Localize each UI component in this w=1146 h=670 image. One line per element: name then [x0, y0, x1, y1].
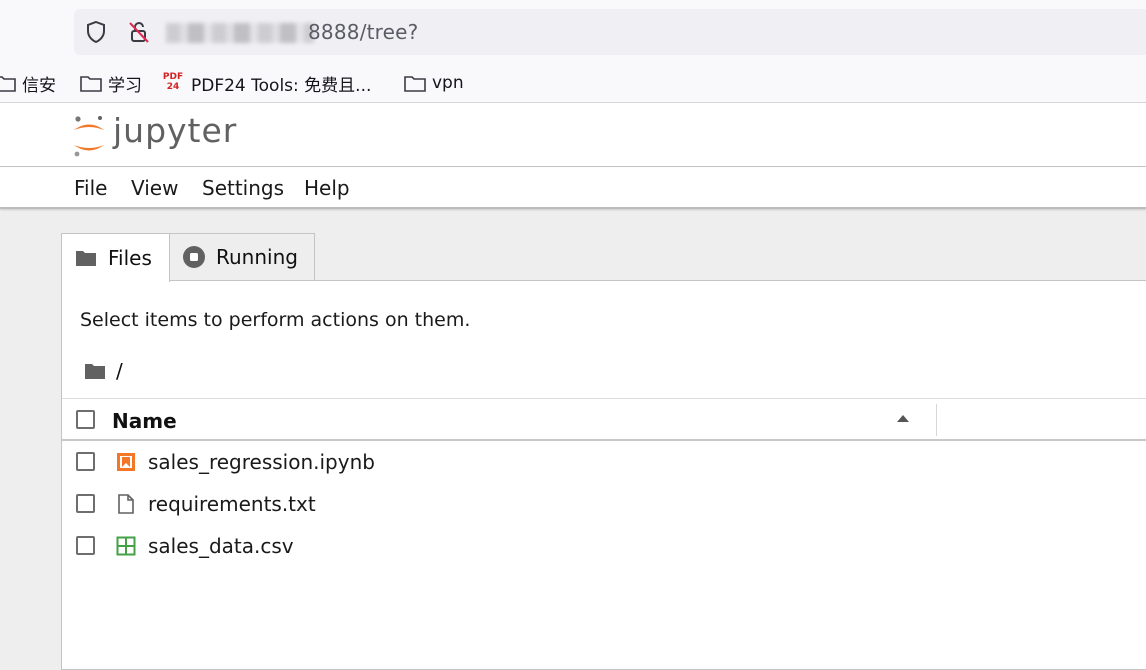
- bookmark-vpn[interactable]: vpn: [404, 71, 464, 95]
- breadcrumb-root[interactable]: /: [116, 359, 123, 383]
- file-browser-panel: Select items to perform actions on them.…: [61, 280, 1146, 670]
- file-row[interactable]: requirements.txt: [62, 483, 1146, 525]
- select-all-checkbox[interactable]: [76, 410, 95, 429]
- menu-file[interactable]: File: [74, 176, 107, 200]
- folder-icon: [404, 76, 426, 92]
- row-checkbox[interactable]: [76, 452, 95, 471]
- url-text[interactable]: 8888/tree?: [308, 20, 419, 44]
- file-list-header: Name: [62, 398, 1146, 441]
- url-host-redacted: [166, 23, 314, 43]
- bookmark-label: PDF24 Tools: 免费且...: [191, 75, 372, 96]
- bookmark-pdf24[interactable]: PDF 24 PDF24 Tools: 免费且...: [162, 71, 372, 96]
- bookmark-label: vpn: [432, 73, 464, 93]
- shield-icon[interactable]: [84, 20, 108, 44]
- pdf24-icon: PDF 24: [162, 72, 184, 92]
- menu-help[interactable]: Help: [304, 176, 350, 200]
- column-resize-handle[interactable]: [936, 404, 937, 436]
- bookmark-label: 信安: [22, 75, 56, 96]
- sort-ascending-icon[interactable]: [897, 415, 909, 422]
- folder-icon: [0, 76, 16, 92]
- folder-icon: [76, 251, 96, 266]
- folder-icon: [80, 76, 102, 92]
- notebook-icon: [117, 453, 135, 471]
- tab-label: Files: [108, 246, 152, 270]
- jupyter-logo-icon[interactable]: [70, 113, 110, 159]
- tab-files[interactable]: Files: [61, 233, 170, 282]
- bookmark-xinan[interactable]: 信安: [0, 71, 56, 96]
- insecure-lock-icon[interactable]: [127, 20, 151, 44]
- file-name[interactable]: sales_data.csv: [148, 534, 294, 558]
- breadcrumb[interactable]: /: [84, 359, 123, 383]
- selection-hint: Select items to perform actions on them.: [80, 309, 471, 331]
- folder-icon: [85, 364, 105, 379]
- bookmarks-bar: 信安 学习 PDF 24 PDF24 Tools: 免费且... vpn: [0, 62, 1146, 103]
- stop-circle-icon: [183, 246, 205, 268]
- tab-running[interactable]: Running: [169, 233, 315, 281]
- browser-toolbar: 8888/tree?: [0, 0, 1146, 62]
- spreadsheet-icon: [116, 536, 136, 556]
- jupyter-wordmark: jupyter: [113, 111, 238, 150]
- bookmark-xuexi[interactable]: 学习: [80, 71, 142, 96]
- jupyter-header: jupyter: [0, 103, 1146, 167]
- menu-view[interactable]: View: [131, 176, 178, 200]
- menu-bar: File View Settings Help: [0, 167, 1146, 209]
- file-name[interactable]: sales_regression.ipynb: [148, 450, 375, 474]
- menu-settings[interactable]: Settings: [202, 176, 284, 200]
- column-name-header[interactable]: Name: [112, 409, 177, 433]
- file-row[interactable]: sales_regression.ipynb: [62, 441, 1146, 483]
- text-file-icon: [118, 494, 134, 514]
- file-name[interactable]: requirements.txt: [148, 492, 316, 516]
- file-row[interactable]: sales_data.csv: [62, 525, 1146, 567]
- tab-label: Running: [216, 245, 298, 269]
- address-bar[interactable]: 8888/tree?: [74, 9, 1146, 55]
- row-checkbox[interactable]: [76, 494, 95, 513]
- row-checkbox[interactable]: [76, 536, 95, 555]
- bookmark-label: 学习: [108, 75, 142, 96]
